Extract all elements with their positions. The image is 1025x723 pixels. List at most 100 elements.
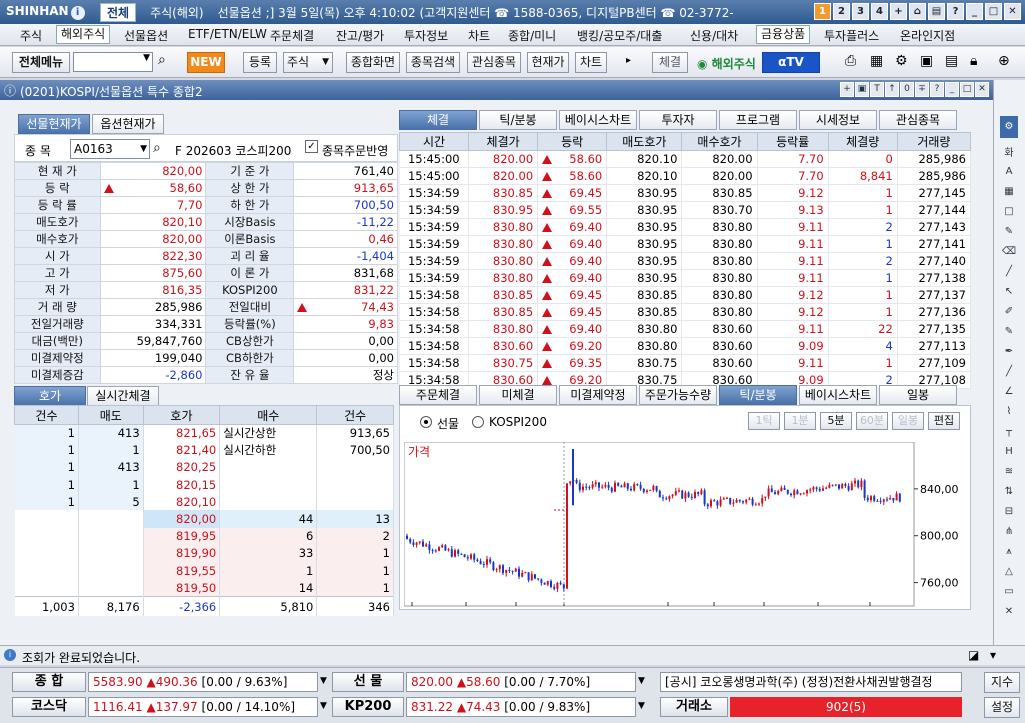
right-tab-5[interactable]: 시세정보 — [799, 110, 877, 130]
search-icon[interactable]: ⌕ — [158, 52, 166, 68]
general-screen-button[interactable]: 종합화면 — [346, 52, 400, 73]
eraser-icon[interactable]: ⌫ — [1000, 246, 1018, 262]
chart-period-5[interactable]: 편집 — [928, 412, 960, 430]
close-icon[interactable]: ✕ — [1004, 3, 1021, 20]
print-icon[interactable]: ▤ — [928, 3, 945, 20]
brush-icon[interactable]: ✎ — [1000, 326, 1018, 342]
screen-3-button[interactable]: 3 — [852, 3, 869, 20]
sort-icon[interactable]: ↑ — [885, 82, 899, 97]
tab-option-price[interactable]: 옵션현재가 — [92, 114, 164, 134]
trade-header[interactable]: 등락률 — [756, 132, 829, 151]
delete-icon[interactable]: ✕ — [1000, 606, 1018, 622]
gear-icon[interactable]: ⚙ — [895, 53, 908, 69]
ask-row[interactable]: 1 1 820,15 — [14, 476, 394, 494]
more-icon[interactable]: ▸ — [626, 55, 631, 66]
overseas-stock-link[interactable]: ◉ 해외주식 — [697, 55, 756, 72]
trade-header[interactable]: 거래량 — [896, 132, 972, 151]
gear-icon[interactable]: ⚙ — [1000, 116, 1018, 138]
tri-icon[interactable]: △ — [1000, 566, 1018, 582]
ticker-label-composite[interactable]: 종 합 — [12, 672, 86, 692]
title-tab-all[interactable]: 전체 — [100, 2, 137, 22]
bottom-tab-0[interactable]: 주문체결 — [399, 385, 477, 405]
right-tab-2[interactable]: 베이시스차트 — [559, 110, 637, 130]
bottom-tab-5[interactable]: 베이시스차트 — [799, 385, 877, 405]
menu-balance[interactable]: 잔고/평가 — [336, 27, 384, 44]
trade-header[interactable]: 매도호가 — [606, 132, 683, 151]
screen-icon[interactable]: ▣ — [855, 82, 869, 97]
trade-header[interactable]: 등락 — [537, 132, 608, 151]
resize-icon[interactable]: ◪ — [968, 648, 979, 662]
watchlist-button[interactable]: 관심종목 — [467, 52, 521, 73]
menu-etf[interactable]: ETF/ETN/ELW — [188, 27, 267, 41]
add-screen-button[interactable]: + — [890, 3, 907, 20]
bid-row[interactable]: 820,00 44 13 — [14, 510, 394, 528]
bid-row[interactable]: 819,95 6 2 — [14, 527, 394, 545]
ticker-label-futures[interactable]: 선 물 — [332, 672, 404, 692]
tv-button[interactable]: αTV — [762, 52, 820, 73]
bottom-tab-1[interactable]: 미체결 — [479, 385, 557, 405]
printer-icon[interactable]: ⎙ — [845, 53, 856, 69]
trade-header[interactable]: 체결량 — [827, 132, 898, 151]
menu-orders[interactable]: 주문체결 — [270, 27, 314, 44]
chart-period-4[interactable]: 일봉 — [892, 412, 924, 430]
arrow-icon[interactable]: ⇅ — [1000, 486, 1018, 502]
trade-header[interactable]: 시간 — [398, 132, 470, 151]
lock-icon[interactable]: 🔒︎ — [970, 53, 977, 69]
new-button[interactable]: NEW — [187, 52, 225, 73]
pin-icon[interactable]: ∓ — [915, 82, 929, 97]
pen-icon[interactable]: ✒ — [1000, 346, 1018, 362]
chart-period-0[interactable]: 1틱 — [748, 412, 780, 430]
screen-label-icon[interactable]: 화 — [1000, 144, 1018, 160]
right-tab-3[interactable]: 투자자 — [639, 110, 717, 130]
bottom-tab-2[interactable]: 미결제약정 — [559, 385, 637, 405]
futures-radio[interactable] — [420, 416, 432, 428]
menu-invest-info[interactable]: 투자정보 — [404, 27, 448, 44]
stock-select[interactable]: 주식 ▼ — [283, 52, 333, 73]
all-menu-button[interactable]: 전체메뉴 — [12, 52, 70, 73]
chevron-down-icon[interactable]: ▼ — [143, 53, 150, 63]
hline-icon[interactable]: ┬ — [1000, 426, 1018, 442]
bid-row[interactable]: 819,55 1 1 — [14, 562, 394, 580]
home-icon[interactable]: ⌂ — [909, 3, 926, 20]
code-input[interactable]: A0163 ▼ — [70, 139, 150, 159]
minimize-icon[interactable]: _ — [945, 82, 959, 97]
trade-header[interactable]: 매수호가 — [681, 132, 758, 151]
help-icon[interactable]: ? — [930, 82, 944, 97]
bottom-tab-4[interactable]: 틱/분봉 — [719, 385, 797, 405]
fan-icon[interactable]: ⋔ — [1000, 526, 1018, 542]
bid-row[interactable]: 819,90 33 1 — [14, 544, 394, 562]
minimize-icon[interactable]: _ — [966, 3, 983, 20]
kospi200-radio[interactable] — [472, 416, 484, 428]
tab-futures-price[interactable]: 선물현재가 — [18, 114, 90, 134]
help-icon[interactable]: ? — [947, 3, 964, 20]
slash-icon[interactable]: ╱ — [1000, 366, 1018, 382]
menu-chart[interactable]: 차트 — [468, 27, 490, 44]
chevron-down-icon[interactable]: ▼ — [320, 676, 327, 686]
window-icon[interactable]: ▣ — [920, 53, 933, 69]
screen-1-button[interactable]: 1 — [814, 3, 831, 20]
register-button[interactable]: 등록 — [243, 52, 277, 73]
tab-realtime-fill[interactable]: 실시간체결 — [87, 386, 159, 406]
bid-row[interactable]: 819,50 14 1 — [14, 579, 394, 597]
title-tab-overseas[interactable]: 주식(해외) — [150, 4, 204, 21]
chevron-down-icon[interactable]: ▼ — [638, 676, 645, 686]
bottom-tab-3[interactable]: 주문가능수량 — [639, 385, 717, 405]
menu-overseas[interactable]: 해외주식 — [56, 25, 111, 44]
line-icon[interactable]: ╱ — [1000, 266, 1018, 282]
ask-row[interactable]: 1 413 821,65 실시간상한 913,65 — [14, 424, 394, 442]
ask-row[interactable]: 1 5 820,10 — [14, 493, 394, 511]
pencil-icon[interactable]: ✎ — [1000, 226, 1018, 242]
pin-icon[interactable]: ⊕ — [998, 53, 1010, 69]
search-icon[interactable]: ⌕ — [153, 140, 161, 156]
tab-hoga[interactable]: 호가 — [14, 386, 86, 406]
menu-stocks[interactable]: 주식 — [20, 27, 42, 44]
hbar-icon[interactable]: H — [1000, 446, 1018, 462]
ticker-label-kp200[interactable]: KP200 — [332, 697, 404, 717]
zigzag-icon[interactable]: ⌇ — [1000, 406, 1018, 422]
right-tab-4[interactable]: 프로그램 — [719, 110, 797, 130]
chart-period-3[interactable]: 60분 — [856, 412, 888, 430]
channel-icon[interactable]: ⊟ — [1000, 506, 1018, 522]
menu-online[interactable]: 온라인지점 — [900, 27, 955, 44]
chevron-down-icon[interactable]: ▼ — [320, 701, 327, 711]
news-ticker[interactable]: [공시] 코오롱생명과학(주) (정정)전환사채권발행결정 — [660, 672, 962, 692]
